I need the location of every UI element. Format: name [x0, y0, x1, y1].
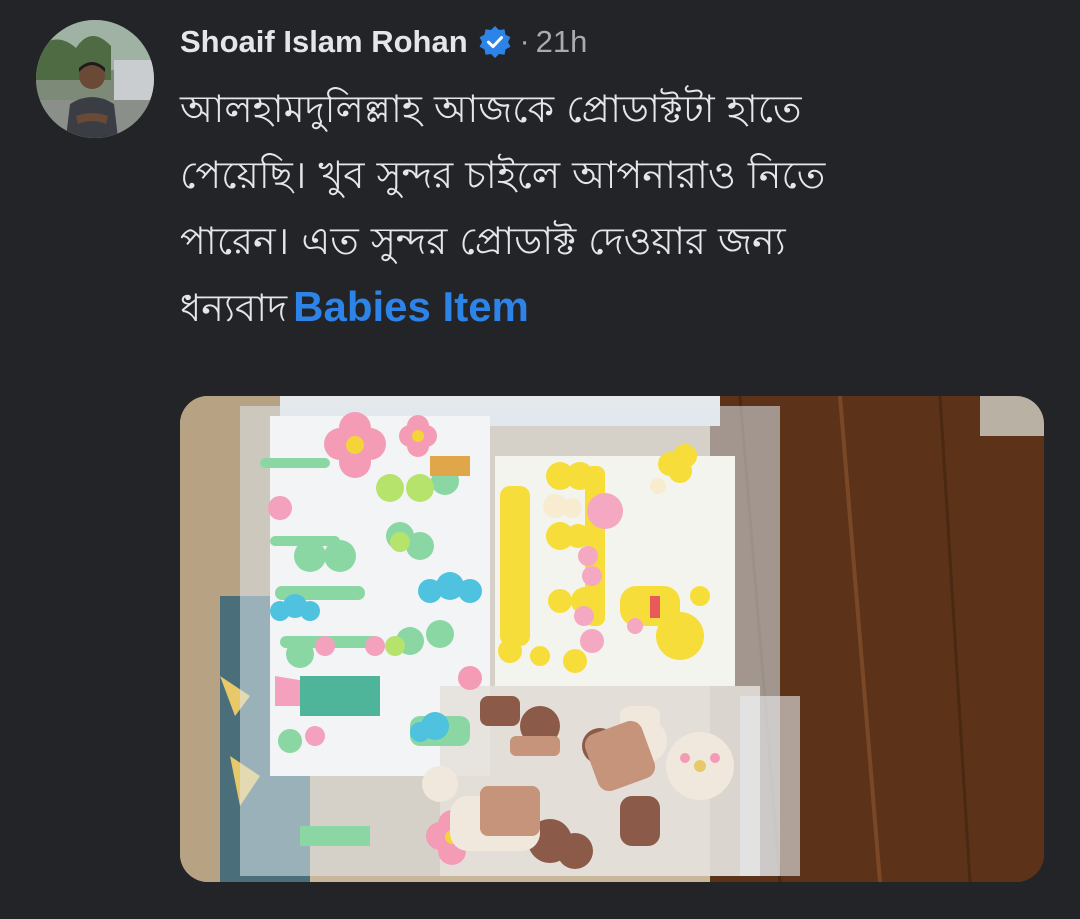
post-header: Shoaif Islam Rohan · 21h	[180, 18, 587, 66]
author-name[interactable]: Shoaif Islam Rohan	[180, 24, 468, 60]
header-separator: ·	[519, 25, 530, 58]
avatar-image	[36, 20, 154, 138]
tagged-page-link[interactable]: Babies Item	[293, 283, 529, 330]
post-timestamp[interactable]: 21h	[536, 24, 588, 60]
author-avatar[interactable]	[36, 20, 154, 138]
post-text-line-1: আলহামদুলিল্লাহ আজকে প্রোডাক্টটা হাতে	[180, 87, 802, 131]
post-text-line-4: ধন্যবাদ Babies Item	[180, 274, 1030, 341]
hair-clips-photo	[180, 396, 1044, 882]
verified-badge-icon	[478, 25, 512, 59]
post-body: আলহামদুলিল্লাহ আজকে প্রোডাক্টটা হাতে পেয…	[180, 76, 1030, 341]
facebook-post: Shoaif Islam Rohan · 21h আলহামদুলিল্লাহ …	[0, 0, 1080, 919]
post-photo[interactable]	[180, 396, 1044, 882]
post-text-line-2: পেয়েছি। খুব সুন্দর চাইলে আপনারাও নিতে	[180, 153, 826, 197]
post-text-line-3: পারেন। এত সুন্দর প্রোডাক্ট দেওয়ার জন্য	[180, 219, 786, 263]
post-text-line-4-text: ধন্যবাদ	[180, 286, 288, 330]
